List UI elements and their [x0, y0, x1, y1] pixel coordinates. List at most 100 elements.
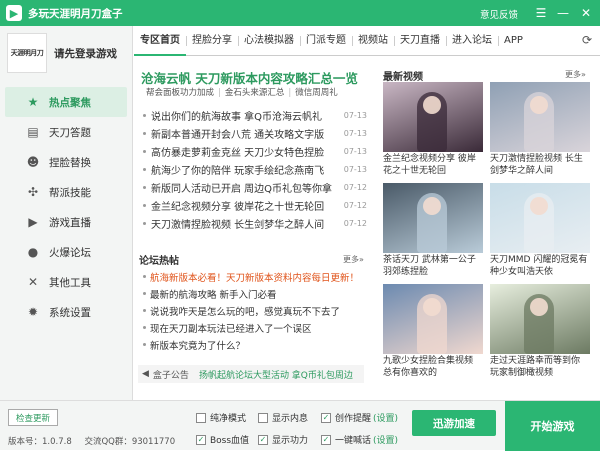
tab-4[interactable]: 视频站: [352, 26, 394, 56]
video-thumbnail[interactable]: [490, 183, 590, 253]
checkbox[interactable]: [196, 412, 206, 423]
video-card[interactable]: 天刀激情捏脸视频 长生剑梦华之醉人间: [490, 82, 590, 179]
profile-area[interactable]: 天涯明月刀 请先登录游戏: [0, 26, 132, 80]
option-settings-link[interactable]: (设置): [373, 411, 398, 424]
headline-sublink[interactable]: 金石头来源汇总: [225, 88, 285, 98]
option-settings-link[interactable]: (设置): [373, 433, 398, 446]
headline-link[interactable]: 沧海云帆 天刀新版本内容攻略汇总一览: [141, 68, 371, 87]
news-item[interactable]: 新副本普通开封会八荒 通关攻略文字版 07-13: [141, 124, 367, 142]
news-item[interactable]: 金兰纪念视频分享 彼岸花之十世无轮回 07-12: [141, 196, 367, 214]
checkbox[interactable]: ✓: [258, 434, 268, 445]
news-title[interactable]: 金兰纪念视频分享 彼岸花之十世无轮回: [151, 198, 340, 213]
feedback-link[interactable]: 意见反馈: [480, 7, 518, 21]
option-checkbox-0[interactable]: 纯净模式: [196, 411, 246, 424]
sidebar-item-3[interactable]: ✣ 帮派技能: [5, 177, 127, 207]
news-title[interactable]: 新版同人活动已开启 周边Q币礼包等你拿: [151, 180, 340, 195]
option-label: Boss血值: [210, 436, 250, 446]
news-item[interactable]: 天刀激情捏脸视频 长生剑梦华之醉人间 07-12: [141, 214, 367, 232]
sidebar-item-5[interactable]: ● 火爆论坛: [5, 237, 127, 267]
tab-5[interactable]: 天刀直播: [394, 26, 446, 56]
option-checkbox-2[interactable]: ✓ 创作提醒 (设置): [321, 411, 398, 424]
pinwheel-icon: ✣: [27, 185, 39, 199]
tab-7[interactable]: APP: [498, 26, 529, 56]
video-caption[interactable]: 走过天涯路幸而等到你 玩家制御橄视频: [490, 355, 590, 381]
sidebar-item-1[interactable]: ▤ 天刀答题: [5, 117, 127, 147]
news-title[interactable]: 天刀激情捏脸视频 长生剑梦华之醉人间: [151, 216, 340, 231]
video-thumbnail[interactable]: [490, 82, 590, 152]
bullet-icon: [143, 292, 146, 295]
forum-more-link[interactable]: 更多»: [343, 254, 364, 265]
sidebar-item-7[interactable]: ✹ 系统设置: [5, 297, 127, 327]
forum-post-title[interactable]: 说说我咋天是怎么玩的吧，感觉真玩不下去了: [150, 304, 340, 318]
video-thumbnail[interactable]: [490, 284, 590, 354]
video-card[interactable]: 金兰纪念视频分享 彼岸花之十世无轮回: [383, 82, 483, 179]
forum-item[interactable]: 最新的航海攻略 新手入门必看: [141, 285, 367, 302]
video-caption[interactable]: 天刀激情捏脸视频 长生剑梦华之醉人间: [490, 153, 590, 179]
video-thumbnail[interactable]: [383, 183, 483, 253]
news-title[interactable]: 新副本普通开封会八荒 通关攻略文字版: [151, 126, 340, 141]
avatar[interactable]: 天涯明月刀: [7, 33, 47, 73]
forum-item[interactable]: 航海新版本必看！天刀新版本资料内容每日更新！: [141, 268, 367, 285]
news-item[interactable]: 说出你们的航海故事 拿Q币沧海云帆礼 07-13: [141, 106, 367, 124]
minimize-icon[interactable]: —: [554, 4, 572, 22]
option-checkbox-3[interactable]: ✓ Boss血值: [196, 433, 249, 446]
video-card[interactable]: 走过天涯路幸而等到你 玩家制御橄视频: [490, 284, 590, 381]
forum-post-title[interactable]: 最新的航海攻略 新手入门必看: [150, 287, 277, 301]
tab-1[interactable]: 捏脸分享: [186, 26, 238, 56]
forum-item[interactable]: 新版本究竟为了什么？: [141, 336, 367, 353]
sidebar-nav: ★ 热点聚焦 ▤ 天刀答题 ☻ 捏脸替换 ✣ 帮派技能 ▶ 游戏直播 ● 火爆论坛 ✕ 其他工具 ✹ 系统设置: [0, 87, 132, 327]
video-card[interactable]: 天刀MMD 闪耀的冠冕有种少女叫浩天依: [490, 183, 590, 280]
video-caption[interactable]: 茶话天刀 武林第一公子羽郊练捏脸: [383, 254, 483, 280]
option-checkbox-4[interactable]: ✓ 显示功力: [258, 433, 308, 446]
forum-item[interactable]: 现在天刀副本玩法已经进入了一个误区: [141, 319, 367, 336]
video-card[interactable]: 九歌少女捏脸合集视频 总有你喜欢的: [383, 284, 483, 381]
sidebar-item-0[interactable]: ★ 热点聚焦: [5, 87, 127, 117]
sidebar-item-label: 热点聚焦: [49, 96, 91, 109]
refresh-icon[interactable]: ⟳: [582, 33, 592, 47]
speed-boost-button[interactable]: 迅游加速: [412, 410, 496, 436]
checkbox[interactable]: ✓: [321, 434, 331, 445]
checkbox[interactable]: ✓: [321, 412, 331, 423]
tab-3[interactable]: 门派专题: [300, 26, 352, 56]
news-item[interactable]: 航海少了你的陪伴 玩家手绘纪念燕南飞 07-13: [141, 160, 367, 178]
news-title[interactable]: 高仿暴走萝莉金克丝 天刀少女特色捏脸: [151, 144, 340, 159]
videos-more-link[interactable]: 更多»: [565, 69, 586, 80]
option-checkbox-5[interactable]: ✓ 一键喊话 (设置): [321, 433, 398, 446]
video-card[interactable]: 茶话天刀 武林第一公子羽郊练捏脸: [383, 183, 483, 280]
forum-post-title[interactable]: 新版本究竟为了什么？: [150, 338, 245, 352]
news-item[interactable]: 新版同人活动已开启 周边Q币礼包等你拿 07-12: [141, 178, 367, 196]
video-caption[interactable]: 金兰纪念视频分享 彼岸花之十世无轮回: [383, 153, 483, 179]
video-thumbnail[interactable]: [383, 82, 483, 152]
menu-icon[interactable]: ☰: [532, 4, 550, 22]
headline-sublink[interactable]: 帮会面板功力加成: [146, 88, 214, 98]
checkbox[interactable]: [258, 412, 268, 423]
sidebar-item-2[interactable]: ☻ 捏脸替换: [5, 147, 127, 177]
option-label: 纯净模式: [210, 414, 247, 424]
option-checkbox-1[interactable]: 显示内息: [258, 411, 308, 424]
sidebar-item-6[interactable]: ✕ 其他工具: [5, 267, 127, 297]
check-update-button[interactable]: 检查更新: [8, 409, 58, 426]
tab-2[interactable]: 心法模拟器: [238, 26, 300, 56]
news-item[interactable]: 高仿暴走萝莉金克丝 天刀少女特色捏脸 07-13: [141, 142, 367, 160]
video-caption[interactable]: 九歌少女捏脸合集视频 总有你喜欢的: [383, 355, 483, 381]
sidebar-item-4[interactable]: ▶ 游戏直播: [5, 207, 127, 237]
checkbox[interactable]: ✓: [196, 434, 206, 445]
forum-item[interactable]: 说说我咋天是怎么玩的吧，感觉真玩不下去了: [141, 302, 367, 319]
video-caption[interactable]: 天刀MMD 闪耀的冠冕有种少女叫浩天依: [490, 254, 590, 280]
video-thumbnail[interactable]: [383, 284, 483, 354]
headline-sublink[interactable]: 微信周周礼: [295, 88, 338, 98]
forum-post-title[interactable]: 航海新版本必看！天刀新版本资料内容每日更新！: [150, 270, 359, 284]
sidebar-item-label: 帮派技能: [49, 186, 91, 199]
close-icon[interactable]: ✕: [577, 4, 595, 22]
notice-link[interactable]: 扬帆起航论坛大型活动 拿Q币礼包周边: [199, 368, 353, 381]
login-prompt[interactable]: 请先登录游戏: [54, 46, 117, 61]
play-icon: ▶: [28, 215, 38, 229]
tab-0[interactable]: 专区首页: [134, 26, 186, 56]
forum-post-title[interactable]: 现在天刀副本玩法已经进入了一个误区: [150, 321, 312, 335]
book-icon: ▤: [27, 125, 39, 139]
news-title[interactable]: 说出你们的航海故事 拿Q币沧海云帆礼: [151, 108, 340, 123]
window-title: 多玩天涯明月刀盒子: [28, 7, 123, 20]
news-title[interactable]: 航海少了你的陪伴 玩家手绘纪念燕南飞: [151, 162, 340, 177]
start-game-button[interactable]: 开始游戏: [505, 401, 600, 451]
tab-6[interactable]: 进入论坛: [446, 26, 498, 56]
